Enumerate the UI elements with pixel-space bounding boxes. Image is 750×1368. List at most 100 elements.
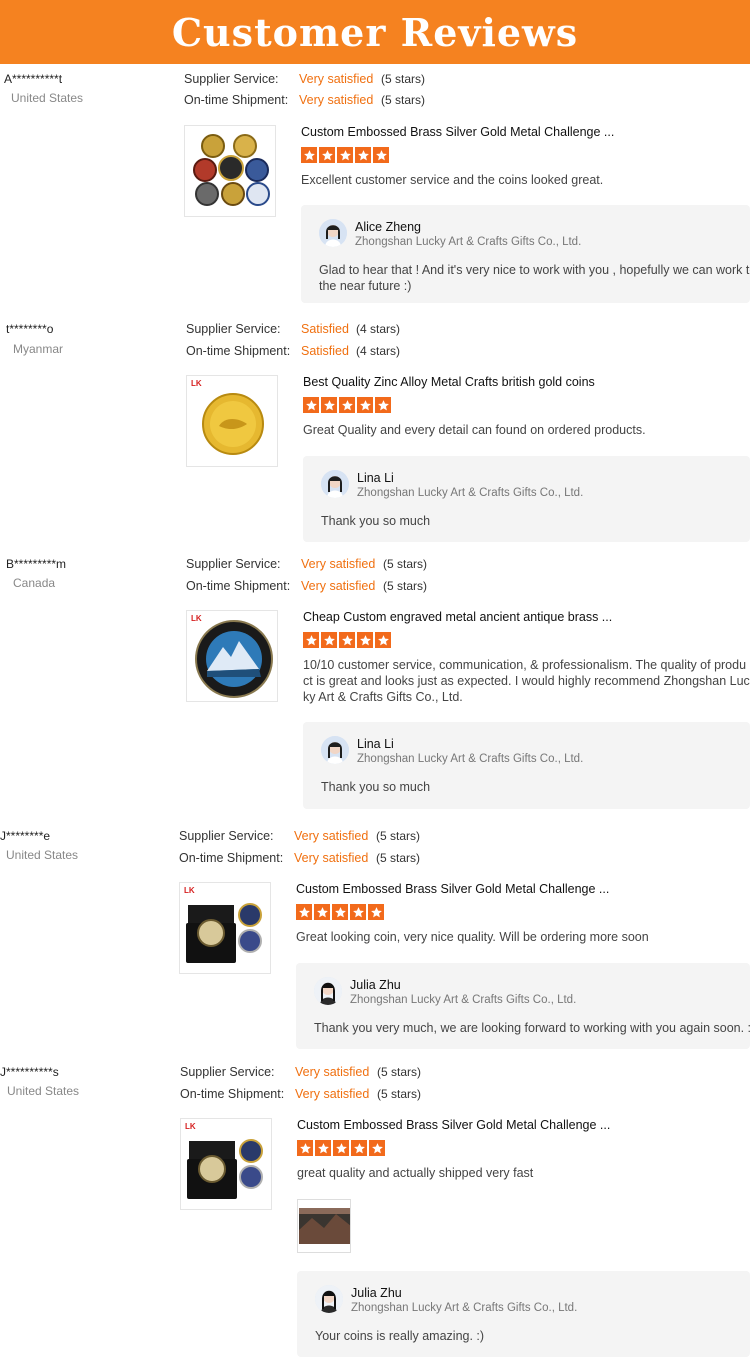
review-text-line: Great Quality and every detail can found… bbox=[303, 423, 646, 437]
replier-name: Alice Zheng bbox=[355, 220, 422, 234]
reviewer-country: Myanmar bbox=[13, 342, 64, 356]
review-item: B*********m Canada Supplier Service: Ver… bbox=[0, 549, 750, 821]
shipment-rating: On-time Shipment: Very satisfied (5 star… bbox=[179, 851, 439, 869]
replier-name: Julia Zhu bbox=[350, 978, 401, 992]
review-text: Excellent customer service and the coins… bbox=[301, 172, 741, 188]
reviews-header: Customer Reviews bbox=[0, 0, 750, 64]
product-title-link[interactable]: Cheap Custom engraved metal ancient anti… bbox=[303, 610, 612, 624]
supplier-service-stars: (5 stars) bbox=[383, 557, 428, 571]
star-icon bbox=[301, 147, 317, 163]
supplier-reply: Julia Zhu Zhongshan Lucky Art & Crafts G… bbox=[296, 963, 750, 1049]
product-image[interactable]: LK bbox=[186, 610, 278, 702]
star-icon bbox=[297, 1140, 313, 1156]
reply-text: Thank you so much bbox=[321, 513, 430, 529]
star-icon bbox=[314, 904, 330, 920]
reply-text-line: Thank you so much bbox=[321, 514, 431, 528]
product-title-link[interactable]: Custom Embossed Brass Silver Gold Metal … bbox=[301, 125, 614, 139]
product-title-link[interactable]: Best Quality Zinc Alloy Metal Crafts bri… bbox=[303, 375, 595, 389]
shipment-value: Very satisfied bbox=[295, 1087, 370, 1101]
supplier-service-rating: Supplier Service: Very satisfied (5 star… bbox=[184, 72, 444, 90]
reviewer-name: t********o bbox=[6, 322, 54, 336]
supplier-service-label: Supplier Service: bbox=[184, 72, 279, 86]
shipment-stars: (5 stars) bbox=[376, 851, 421, 865]
shipment-stars: (4 stars) bbox=[356, 344, 401, 358]
brand-logo-text: LK bbox=[191, 379, 202, 388]
replier-name: Julia Zhu bbox=[351, 1286, 402, 1300]
review-text: 10/10 customer service, communication, &… bbox=[303, 657, 750, 705]
supplier-service-value: Very satisfied bbox=[294, 829, 369, 843]
review-text-line: 10/10 customer service, communication, &… bbox=[303, 658, 747, 672]
shipment-rating: On-time Shipment: Very satisfied (5 star… bbox=[184, 93, 444, 111]
reply-text: Thank you so much bbox=[321, 779, 430, 795]
replier-avatar bbox=[321, 736, 349, 764]
review-text-line: Great looking coin, very nice quality. W… bbox=[296, 930, 649, 944]
supplier-service-stars: (5 stars) bbox=[376, 829, 421, 843]
supplier-service-label: Supplier Service: bbox=[180, 1065, 275, 1079]
review-item: t********o Myanmar Supplier Service: Sat… bbox=[0, 314, 750, 549]
shipment-rating: On-time Shipment: Satisfied (4 stars) bbox=[186, 344, 446, 362]
replier-avatar bbox=[321, 470, 349, 498]
replier-avatar bbox=[315, 1285, 343, 1313]
product-image[interactable]: LK bbox=[179, 882, 271, 974]
star-icon bbox=[303, 632, 319, 648]
supplier-service-value: Very satisfied bbox=[295, 1065, 370, 1079]
product-title-link[interactable]: Custom Embossed Brass Silver Gold Metal … bbox=[297, 1118, 610, 1132]
star-icon bbox=[357, 397, 373, 413]
star-icon bbox=[357, 632, 373, 648]
reply-text: Your coins is really amazing. :) bbox=[315, 1328, 484, 1344]
page-title: Customer Reviews bbox=[171, 9, 579, 55]
replier-company: Zhongshan Lucky Art & Crafts Gifts Co., … bbox=[357, 487, 584, 499]
star-icon bbox=[315, 1140, 331, 1156]
star-icon bbox=[337, 147, 353, 163]
review-item: J********e United States Supplier Servic… bbox=[0, 821, 750, 1057]
reviewer-name: J**********s bbox=[0, 1065, 59, 1079]
supplier-reply: Alice Zheng Zhongshan Lucky Art & Crafts… bbox=[301, 205, 750, 303]
review-text-line: ky Art & Crafts Gifts Co., Ltd. bbox=[303, 690, 463, 704]
replier-avatar bbox=[314, 977, 342, 1005]
shipment-rating: On-time Shipment: Very satisfied (5 star… bbox=[180, 1087, 440, 1105]
review-photo[interactable] bbox=[297, 1199, 351, 1253]
supplier-reply: Lina Li Zhongshan Lucky Art & Crafts Gif… bbox=[303, 722, 750, 809]
replier-name: Lina Li bbox=[357, 737, 394, 751]
reviewer-country: United States bbox=[7, 1084, 80, 1098]
star-icon bbox=[321, 632, 337, 648]
star-icon bbox=[355, 147, 371, 163]
replier-company: Zhongshan Lucky Art & Crafts Gifts Co., … bbox=[351, 1302, 578, 1314]
product-image[interactable]: LK bbox=[180, 1118, 272, 1210]
star-icon bbox=[303, 397, 319, 413]
reviewer-name: J********e bbox=[0, 829, 51, 843]
review-star-rating bbox=[297, 1140, 385, 1156]
replier-name: Lina Li bbox=[357, 471, 394, 485]
reply-text-line: Your coins is really amazing. :) bbox=[315, 1329, 485, 1343]
review-item: A**********t United States Supplier Serv… bbox=[0, 64, 750, 314]
supplier-service-rating: Supplier Service: Very satisfied (5 star… bbox=[179, 829, 439, 847]
star-icon bbox=[296, 904, 312, 920]
product-image[interactable] bbox=[184, 125, 276, 217]
shipment-value: Very satisfied bbox=[299, 93, 374, 107]
reviewer-name: A**********t bbox=[4, 72, 63, 86]
star-icon bbox=[375, 397, 391, 413]
supplier-service-label: Supplier Service: bbox=[186, 322, 281, 336]
star-icon bbox=[333, 1140, 349, 1156]
supplier-service-value: Very satisfied bbox=[299, 72, 374, 86]
star-icon bbox=[368, 904, 384, 920]
shipment-stars: (5 stars) bbox=[377, 1087, 422, 1101]
shipment-stars: (5 stars) bbox=[383, 579, 428, 593]
shipment-value: Very satisfied bbox=[301, 579, 376, 593]
star-icon bbox=[373, 147, 389, 163]
replier-company: Zhongshan Lucky Art & Crafts Gifts Co., … bbox=[355, 236, 582, 248]
review-star-rating bbox=[296, 904, 384, 920]
star-icon bbox=[350, 904, 366, 920]
shipment-stars: (5 stars) bbox=[381, 93, 426, 107]
review-star-rating bbox=[303, 632, 391, 648]
shipment-value: Satisfied bbox=[301, 344, 349, 358]
star-icon bbox=[339, 632, 355, 648]
star-icon bbox=[321, 397, 337, 413]
reply-text-line: Thank you so much bbox=[321, 780, 431, 794]
shipment-label: On-time Shipment: bbox=[180, 1087, 285, 1101]
reply-text-line: Glad to hear that ! And it's very nice t… bbox=[319, 263, 750, 277]
supplier-service-label: Supplier Service: bbox=[179, 829, 274, 843]
product-title-link[interactable]: Custom Embossed Brass Silver Gold Metal … bbox=[296, 882, 609, 896]
product-image[interactable]: LK bbox=[186, 375, 278, 467]
star-icon bbox=[319, 147, 335, 163]
